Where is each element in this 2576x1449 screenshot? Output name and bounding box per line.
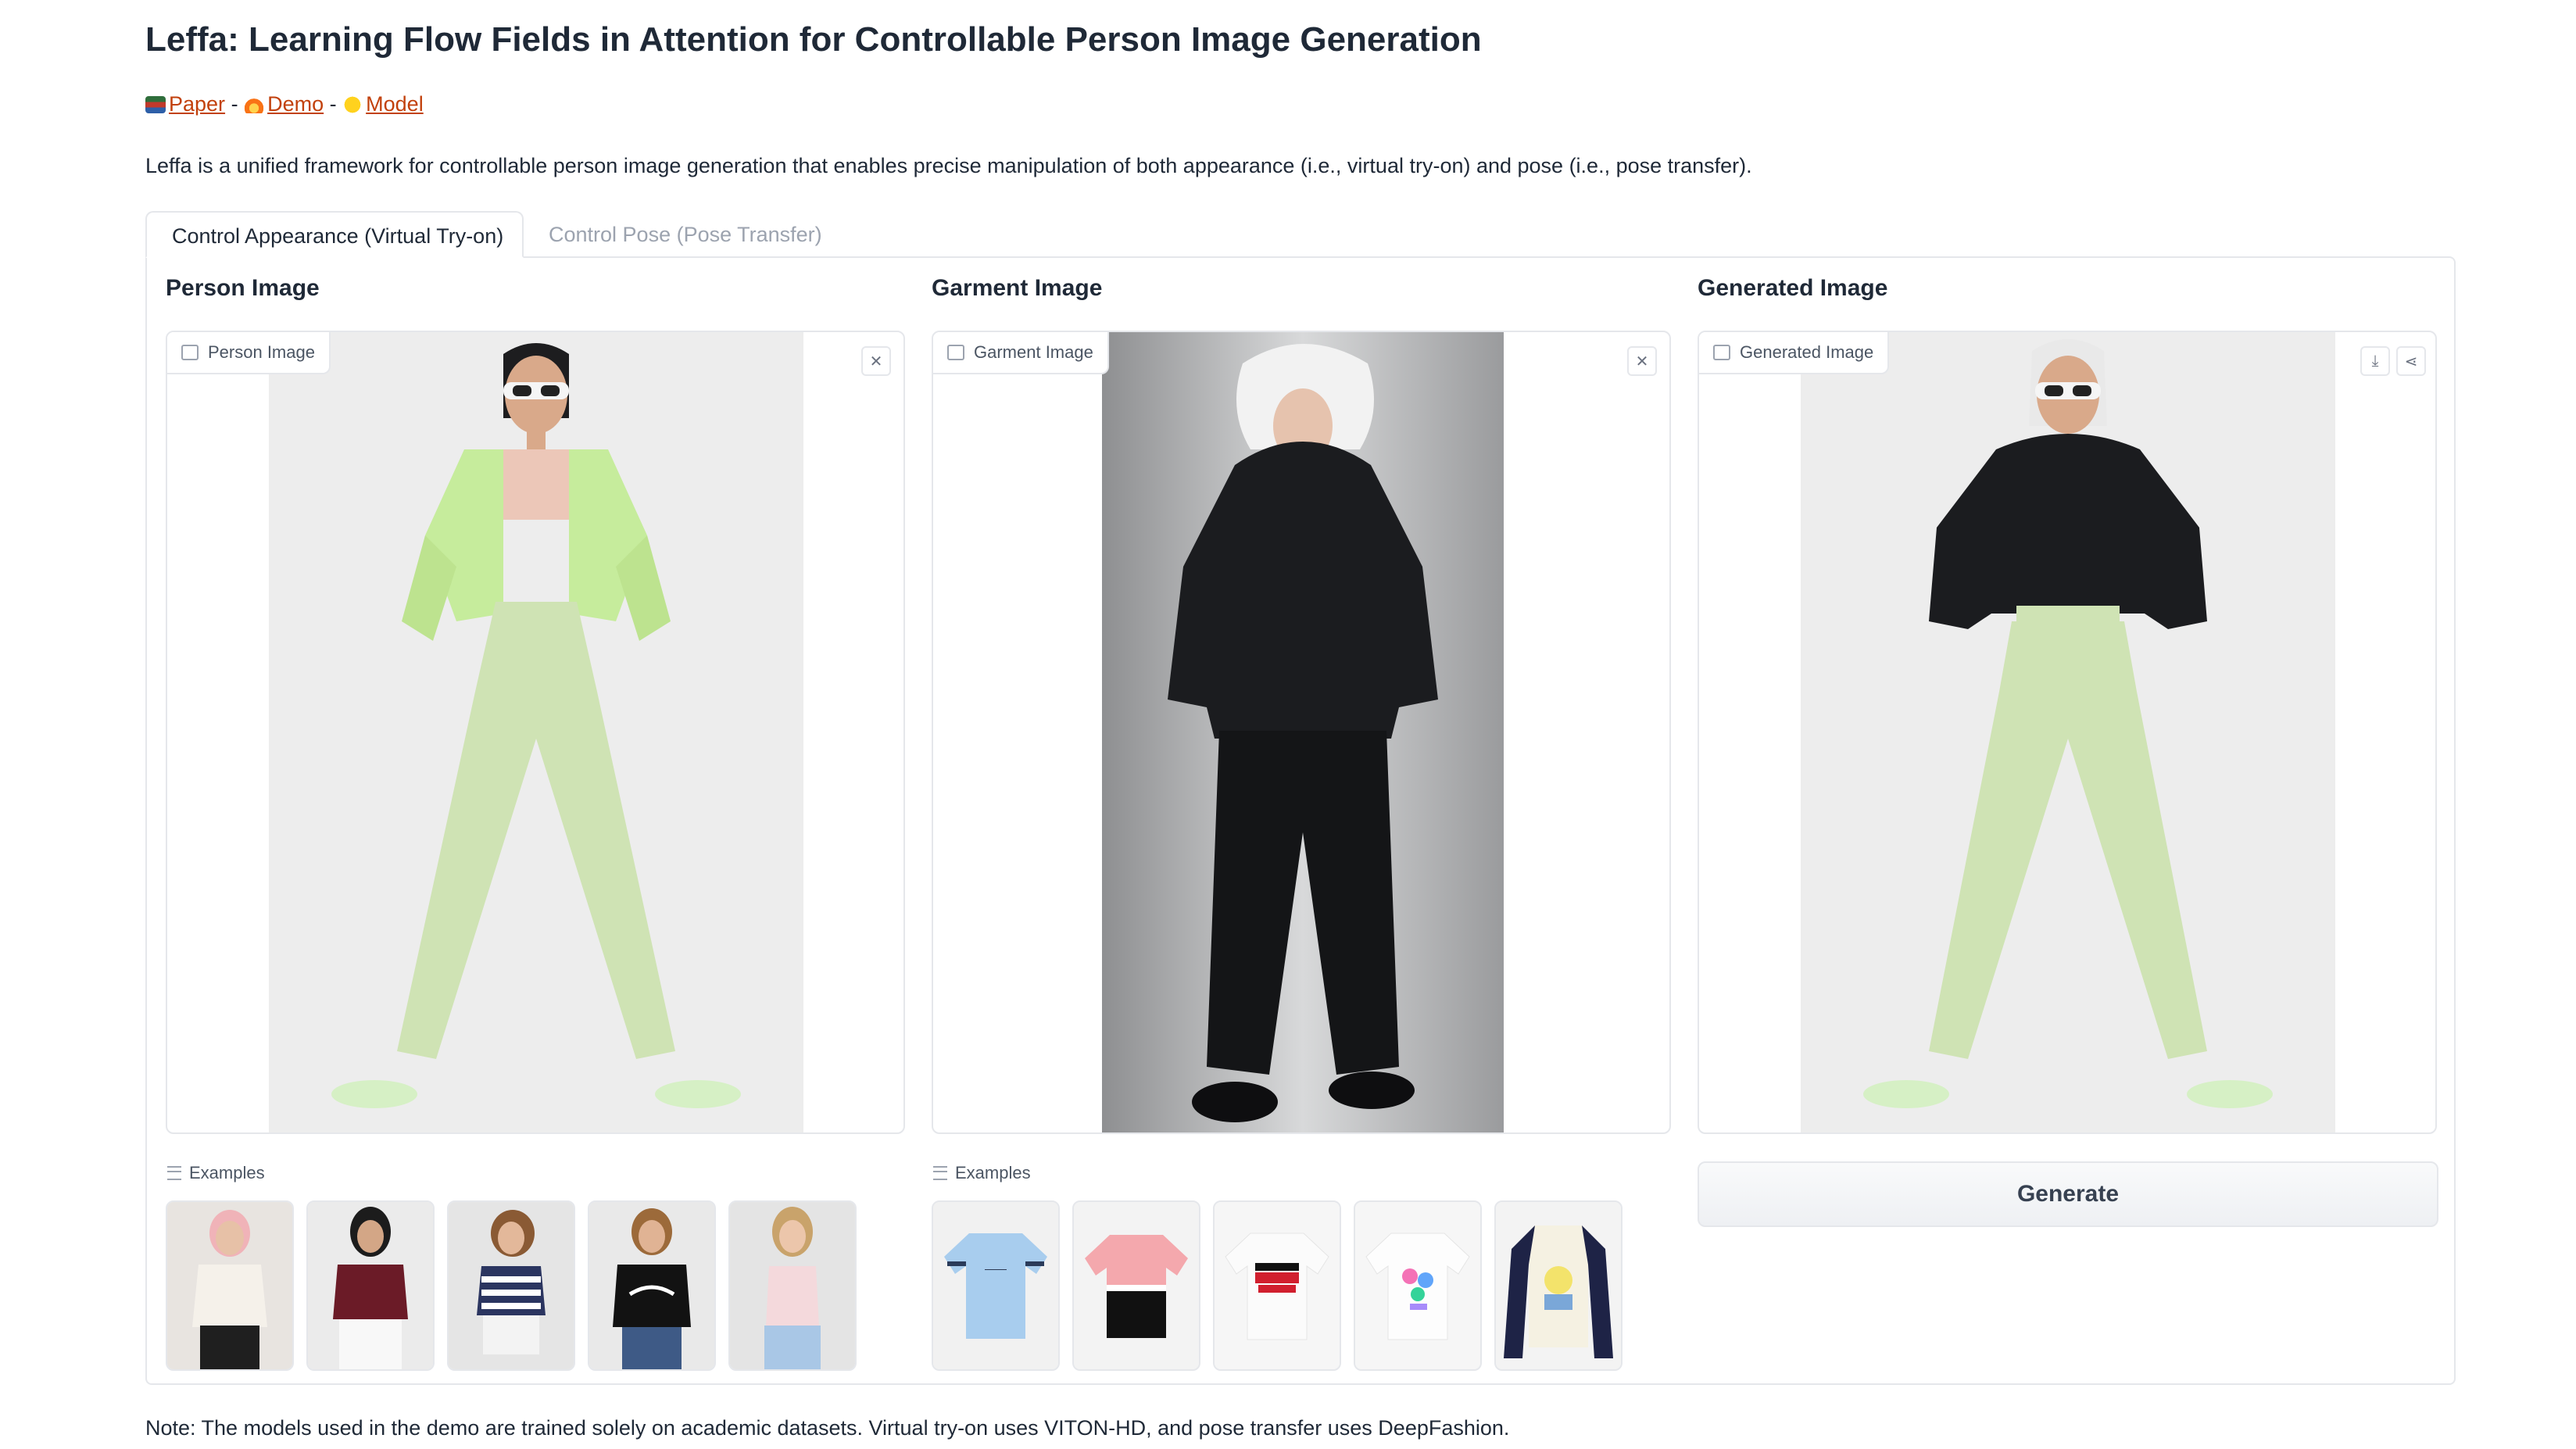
list-icon (933, 1166, 947, 1180)
hugging-face-icon (342, 96, 363, 113)
garment-image-upload[interactable]: Garment Image ✕ (932, 331, 1671, 1134)
generated-image-chip: Generated Image (1699, 332, 1890, 374)
chip-label: Garment Image (974, 342, 1093, 362)
person-example-1[interactable] (166, 1200, 294, 1371)
download-icon[interactable]: ⤓ (2360, 346, 2390, 376)
garment-example-4[interactable] (1354, 1200, 1482, 1371)
garment-image-chip: Garment Image (933, 332, 1109, 374)
tab-virtual-try-on[interactable]: Control Appearance (Virtual Try-on) (145, 211, 524, 258)
garment-examples-label: Examples (933, 1163, 1031, 1183)
share-icon[interactable]: ⋖ (2396, 346, 2426, 376)
garment-example-3[interactable] (1213, 1200, 1341, 1371)
books-icon (145, 96, 166, 113)
garment-example-2[interactable] (1072, 1200, 1200, 1371)
close-icon[interactable]: ✕ (1627, 346, 1657, 376)
generated-photo (1801, 332, 2335, 1132)
person-image-chip: Person Image (167, 332, 331, 374)
image-icon (947, 345, 964, 360)
demo-link[interactable]: Demo (267, 92, 324, 116)
person-example-2[interactable] (306, 1200, 435, 1371)
person-photo (269, 332, 803, 1132)
garment-image-heading: Garment Image (932, 275, 1103, 301)
person-example-5[interactable] (728, 1200, 857, 1371)
list-icon (167, 1166, 181, 1180)
image-icon (181, 345, 199, 360)
person-examples-label: Examples (167, 1163, 265, 1183)
person-image-heading: Person Image (166, 275, 320, 301)
paper-link[interactable]: Paper (169, 92, 225, 116)
chip-label: Generated Image (1740, 342, 1874, 362)
person-example-4[interactable] (588, 1200, 716, 1371)
footer-note: Note: The models used in the demo are tr… (145, 1416, 1510, 1440)
fire-icon (244, 96, 265, 113)
page-title: Leffa: Learning Flow Fields in Attention… (145, 20, 1482, 59)
examples-text: Examples (955, 1163, 1031, 1182)
garment-photo (1102, 332, 1504, 1132)
description: Leffa is a unified framework for control… (145, 154, 1752, 177)
link-separator: - (231, 92, 238, 116)
link-row: Paper - Demo - Model (145, 92, 424, 116)
generate-button[interactable]: Generate (1698, 1161, 2438, 1227)
person-image-upload[interactable]: Person Image ✕ (166, 331, 905, 1134)
image-icon (1713, 345, 1730, 360)
generated-image-output: Generated Image ⤓ ⋖ (1698, 331, 2437, 1134)
garment-example-1[interactable]: —— (932, 1200, 1060, 1371)
generated-image-heading: Generated Image (1698, 275, 1888, 301)
close-icon[interactable]: ✕ (861, 346, 891, 376)
svg-text:——: —— (985, 1262, 1007, 1275)
examples-text: Examples (189, 1163, 265, 1182)
tab-pose-transfer[interactable]: Control Pose (Pose Transfer) (524, 211, 847, 258)
garment-example-5[interactable] (1494, 1200, 1623, 1371)
link-separator: - (329, 92, 337, 116)
person-example-3[interactable] (447, 1200, 575, 1371)
model-link[interactable]: Model (366, 92, 424, 116)
chip-label: Person Image (208, 342, 315, 362)
